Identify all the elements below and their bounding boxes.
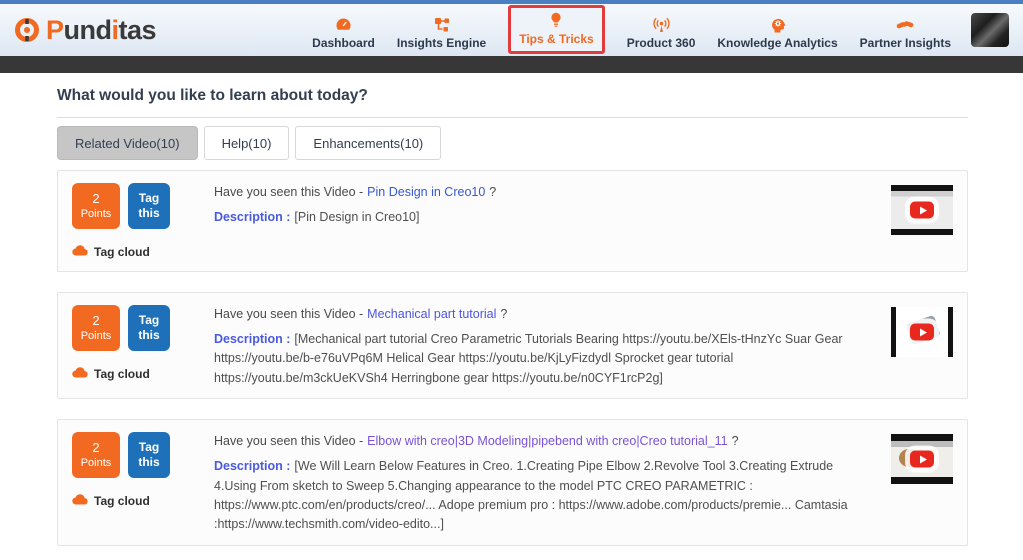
tag-this-button[interactable]: Tag this [128, 432, 170, 478]
video-description: Description :[Mechanical part tutorial C… [214, 330, 863, 388]
card-body: Have you seen this Video -Mechanical par… [200, 305, 891, 388]
video-thumbnail[interactable] [891, 185, 953, 235]
tag-cloud-toggle[interactable]: Tag cloud [72, 243, 200, 261]
nav-label: Partner Insights [860, 36, 951, 50]
punditas-logo[interactable]: Punditas [14, 15, 156, 46]
video-thumbnail[interactable] [891, 434, 953, 484]
tab-help[interactable]: Help(10) [204, 126, 290, 160]
nav-item-partner-insights[interactable]: Partner Insights [860, 16, 951, 56]
card-badges: 2 Points Tag this Tag cloud [72, 432, 200, 535]
sitemap-icon [434, 16, 450, 34]
youtube-play-icon [910, 324, 934, 341]
handshake-icon [896, 16, 914, 34]
tab-bar: Related Video(10) Help(10) Enhancements(… [57, 126, 968, 160]
video-card: 2 Points Tag this Tag cloud [57, 292, 968, 399]
nav-item-insights-engine[interactable]: Insights Engine [397, 16, 486, 56]
app-header: Punditas Dashboard Insights Engine [0, 4, 1023, 56]
points-badge: 2 Points [72, 305, 120, 351]
video-card: 2 Points Tag this Tag cloud [57, 419, 968, 546]
video-title-link[interactable]: Elbow with creo|3D Modeling|pipebend wit… [367, 434, 727, 448]
punditas-logo-icon [14, 21, 40, 39]
podcast-icon [653, 16, 670, 34]
nav-item-product-360[interactable]: Product 360 [627, 16, 696, 56]
main-content: What would you like to learn about today… [0, 73, 1023, 560]
tag-this-button[interactable]: Tag this [128, 305, 170, 351]
nav-label: Tips & Tricks [519, 32, 593, 46]
nav-label: Dashboard [312, 36, 375, 50]
nav-label: Knowledge Analytics [717, 36, 837, 50]
video-title-link[interactable]: Mechanical part tutorial [367, 307, 496, 321]
header-divider-bar [0, 56, 1023, 73]
video-card: 2 Points Tag this Tag cloud [57, 170, 968, 272]
card-badges: 2 Points Tag this Tag cloud [72, 305, 200, 388]
tag-cloud-toggle[interactable]: Tag cloud [72, 365, 200, 383]
points-badge: 2 Points [72, 432, 120, 478]
brand-name: Punditas [46, 15, 156, 46]
cloud-icon [72, 492, 89, 510]
nav-label: Product 360 [627, 36, 696, 50]
points-badge: 2 Points [72, 183, 120, 229]
dashboard-icon [335, 16, 352, 34]
video-description: Description :[We Will Learn Below Featur… [214, 457, 863, 535]
video-thumbnail[interactable] [891, 307, 953, 357]
cloud-icon [72, 365, 89, 383]
video-title-link[interactable]: Pin Design in Creo10 [367, 185, 485, 199]
tab-related-video[interactable]: Related Video(10) [57, 126, 198, 160]
video-question-line: Have you seen this Video -Mechanical par… [214, 307, 863, 321]
video-card-list: 2 Points Tag this Tag cloud [57, 170, 968, 560]
page-title: What would you like to learn about today… [57, 87, 968, 105]
tag-cloud-toggle[interactable]: Tag cloud [72, 492, 200, 510]
user-avatar[interactable] [971, 13, 1009, 47]
card-body: Have you seen this Video -Pin Design in … [200, 183, 891, 261]
card-body: Have you seen this Video -Elbow with cre… [200, 432, 891, 535]
tab-enhancements[interactable]: Enhancements(10) [295, 126, 441, 160]
head-gear-icon [770, 16, 786, 34]
main-nav: Dashboard Insights Engine T [312, 5, 951, 56]
video-question-line: Have you seen this Video -Pin Design in … [214, 185, 863, 199]
youtube-play-icon [910, 451, 934, 468]
nav-label: Insights Engine [397, 36, 486, 50]
tag-this-button[interactable]: Tag this [128, 183, 170, 229]
nav-item-knowledge-analytics[interactable]: Knowledge Analytics [717, 16, 837, 56]
nav-item-tips-and-tricks[interactable]: Tips & Tricks [508, 5, 604, 54]
nav-item-dashboard[interactable]: Dashboard [312, 16, 375, 56]
heading-divider [57, 117, 968, 118]
lightbulb-icon [549, 12, 563, 30]
video-question-line: Have you seen this Video -Elbow with cre… [214, 434, 863, 448]
youtube-play-icon [910, 202, 934, 219]
cloud-icon [72, 243, 89, 261]
card-badges: 2 Points Tag this Tag cloud [72, 183, 200, 261]
video-description: Description :[Pin Design in Creo10] [214, 208, 863, 227]
